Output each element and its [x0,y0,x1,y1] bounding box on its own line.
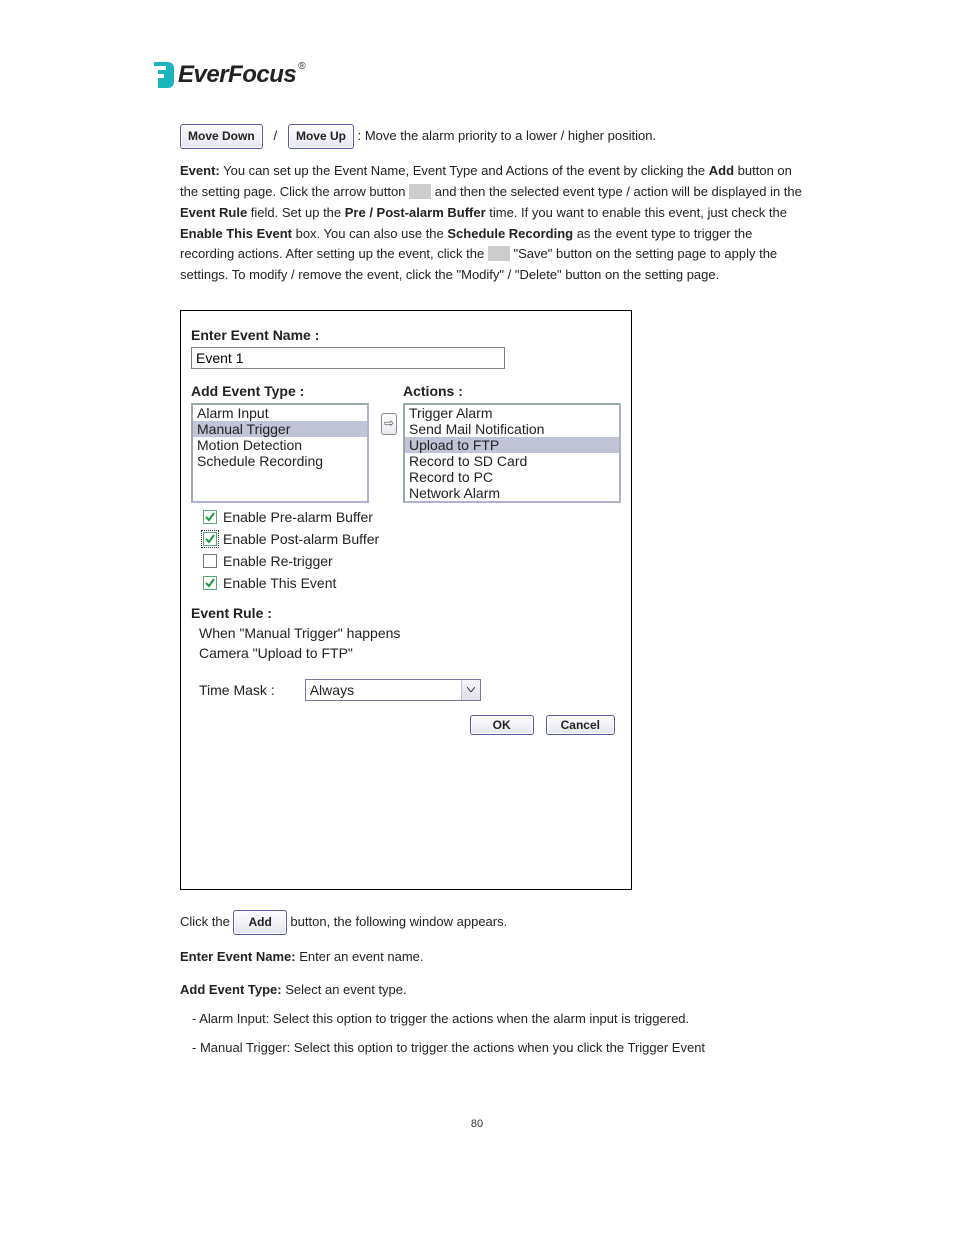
time-mask-select[interactable]: Always [305,679,481,701]
enter-event-name-label: Enter Event Name : [191,327,621,343]
cancel-button[interactable]: Cancel [546,715,615,735]
event-rule-line-1: When "Manual Trigger" happens [199,625,621,641]
checkbox-label: Enable Post-alarm Buffer [223,531,379,547]
brand-logo: EverFocus® [150,60,804,90]
event-rule-label: Event Rule : [191,605,621,621]
event-type-list[interactable]: Alarm Input Manual Trigger Motion Detect… [191,403,369,503]
alarm-input-desc: - Alarm Input: Select this option to tri… [192,1009,804,1030]
actions-label: Actions : [403,383,621,399]
add-event-type-label: Add Event Type : [191,383,375,399]
checkbox-retrigger[interactable] [203,554,217,568]
event-overview-text: Event: You can set up the Event Name, Ev… [180,161,804,286]
list-item[interactable]: Schedule Recording [193,453,367,469]
checkbox-label: Enable This Event [223,575,336,591]
event-name-input[interactable] [191,347,505,369]
logo-text: EverFocus® [178,61,306,89]
add-button[interactable]: Add [233,910,286,935]
manual-trigger-desc: - Manual Trigger: Select this option to … [192,1038,804,1059]
list-item[interactable]: Record to SD Card [405,453,619,469]
actions-list[interactable]: Trigger Alarm Send Mail Notification Upl… [403,403,621,503]
arrow-right-button[interactable]: ⇨ [381,413,397,435]
list-item[interactable]: Network Alarm [405,485,619,501]
list-item[interactable]: Trigger Alarm [405,405,619,421]
ok-button[interactable]: OK [470,715,534,735]
move-up-button[interactable]: Move Up [288,124,354,149]
checkbox-post-alarm[interactable] [203,532,217,546]
move-down-button[interactable]: Move Down [180,124,263,149]
list-item[interactable]: Alarm Input [193,405,367,421]
checkbox-label: Enable Re-trigger [223,553,333,569]
add-event-type-desc: Add Event Type: Select an event type. [180,980,804,1001]
checkbox-label: Enable Pre-alarm Buffer [223,509,373,525]
move-buttons-desc: Move Down / Move Up : Move the alarm pri… [180,124,804,149]
list-item[interactable]: Manual Trigger [193,421,367,437]
list-item[interactable]: Record to PC [405,469,619,485]
checkbox-enable-event[interactable] [203,576,217,590]
time-mask-label: Time Mask : [199,682,275,698]
logo-mark-icon [150,60,174,90]
chevron-down-icon [461,680,480,700]
time-mask-value: Always [310,682,354,698]
add-button-desc: Click the Add button, the following wind… [180,910,804,935]
list-item[interactable]: Upload to FTP [405,437,619,453]
list-item[interactable]: Motion Detection [193,437,367,453]
event-rule-line-2: Camera "Upload to FTP" [199,645,621,661]
list-item[interactable]: Send Mail Notification [405,421,619,437]
checkbox-pre-alarm[interactable] [203,510,217,524]
page-number: 80 [150,1118,804,1130]
event-settings-dialog: Enter Event Name : Add Event Type : Alar… [180,310,632,890]
enter-event-name-desc: Enter Event Name: Enter an event name. [180,947,804,968]
